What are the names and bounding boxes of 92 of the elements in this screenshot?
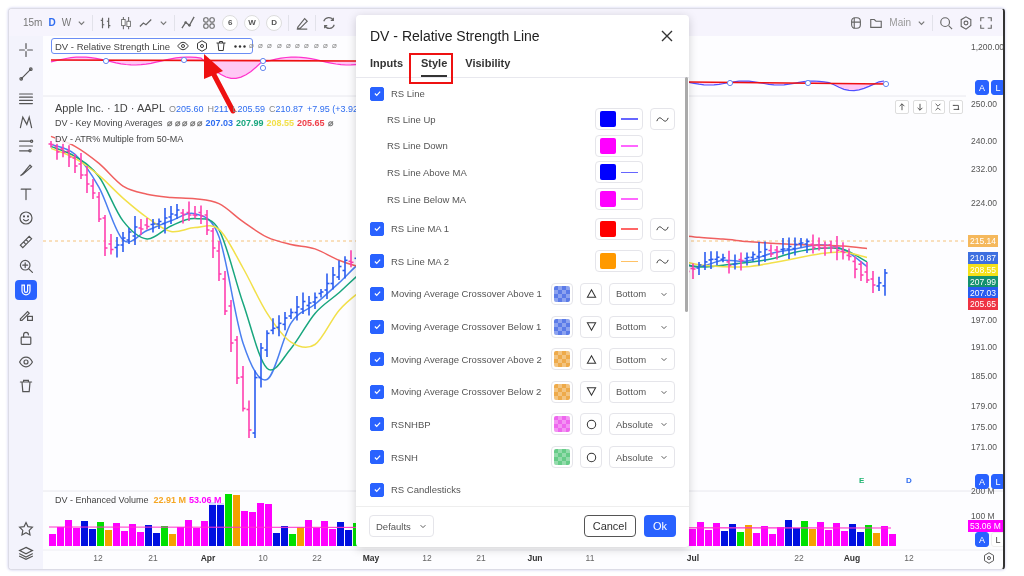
date-axis-label: Aug	[842, 553, 862, 563]
ohlc-value: L205.59	[232, 104, 265, 114]
option-label: RS Line MA 2	[391, 255, 451, 267]
indicator-title: DV - Key Moving Averages	[55, 118, 163, 128]
interval-button[interactable]: D	[266, 14, 283, 31]
ok-button[interactable]: Ok	[643, 515, 676, 537]
date-axis-label: Jul	[685, 553, 701, 563]
location-dropdown[interactable]: Absolute	[609, 413, 675, 436]
date-axis-label: May	[361, 553, 381, 563]
option-label: RS Line	[391, 88, 426, 100]
date-axis-label: 12	[92, 553, 104, 563]
ohlc-value: O205.60	[169, 104, 204, 114]
option-label: RSNHBP	[391, 418, 432, 430]
location-dropdown[interactable]: Bottom	[609, 315, 675, 338]
indicator-value: ⌀	[327, 118, 333, 128]
option-label: RS Line Below MA	[387, 193, 468, 205]
price-axis-label: 185.00	[971, 371, 997, 381]
event-marker: E	[859, 476, 865, 485]
location-dropdown[interactable]: Absolute	[609, 446, 675, 469]
indicator-values: ⌀ ⌀ ⌀ ⌀ ⌀ ⌀ ⌀ ⌀ ⌀ ⌀	[249, 41, 338, 50]
indicator-value: 207.99	[235, 118, 264, 128]
dialog-tab[interactable]: Style	[421, 57, 448, 77]
option-label: Moving Average Crossover Above 1	[391, 288, 543, 300]
interval-button[interactable]: D	[48, 17, 56, 28]
price-badge: 210.87	[968, 252, 998, 264]
location-dropdown[interactable]: Bottom	[609, 348, 675, 371]
ohlc-value: H211	[207, 104, 229, 114]
price-badge: 207.99	[968, 276, 998, 288]
date-axis-label: Jun	[526, 553, 544, 563]
option-label: Moving Average Crossover Below 2	[391, 386, 543, 398]
indicator-value: 205.65	[297, 118, 325, 128]
price-badge: 53.06 M	[968, 520, 1003, 532]
scale-button[interactable]: L	[991, 532, 1003, 547]
ohlc-value: C210.87	[269, 104, 304, 114]
option-label: Moving Average Crossover Below 1	[391, 321, 543, 333]
date-axis-label: 12	[903, 553, 915, 563]
indicator-value: 53.06 M	[189, 495, 222, 505]
location-dropdown[interactable]: Bottom	[609, 380, 675, 403]
symbol-title: Apple Inc. · 1D · AAPL	[55, 102, 166, 114]
price-axis-label: 232.00	[971, 164, 997, 174]
indicator-title: DV - ATR% Multiple from 50-MA	[55, 134, 184, 144]
location-dropdown[interactable]: Bottom	[609, 283, 675, 305]
date-axis-label: Apr	[199, 553, 217, 563]
price-axis-label: 171.00	[971, 442, 997, 452]
option-label: Moving Average Crossover Above 2	[391, 353, 543, 365]
option-label: RS Line MA 1	[391, 223, 451, 235]
indicator-value: ⌀ ⌀ ⌀ ⌀ ⌀	[167, 118, 203, 128]
option-label: RS Candlesticks	[391, 484, 462, 496]
dialog-tab[interactable]: Inputs	[370, 57, 403, 77]
price-badge: 205.65	[968, 298, 998, 310]
price-axis-label: 250.00	[971, 99, 997, 109]
price-axis-label: 1,200.00	[971, 42, 1003, 52]
option-label: RS Line Down	[387, 140, 449, 152]
price-axis-label: 240.00	[971, 136, 997, 146]
interval-button[interactable]: 15m	[23, 17, 43, 28]
price-axis-label: 175.00	[971, 422, 997, 432]
date-axis-label: 22	[311, 553, 323, 563]
indicator-value: 22.91 M	[153, 495, 187, 505]
scale-button[interactable]: L	[991, 474, 1003, 489]
interval-button[interactable]: 6	[222, 14, 239, 31]
price-axis-label: 100 M	[971, 511, 995, 521]
date-axis-label: 11	[584, 553, 596, 563]
date-axis-label: 21	[475, 553, 487, 563]
indicator-value: 208.55	[266, 118, 294, 128]
price-axis-label: 197.00	[971, 315, 997, 325]
indicator-title: DV - Relative Strength Line	[55, 40, 171, 52]
defaults-dropdown[interactable]: Defaults	[369, 515, 434, 537]
date-axis-label: 21	[147, 553, 159, 563]
price-axis-label: 179.00	[971, 401, 997, 411]
interval-button[interactable]: W	[244, 14, 261, 31]
price-axis-label: 191.00	[971, 342, 997, 352]
date-axis-label: 12	[421, 553, 433, 563]
dialog-tab[interactable]: Visibility	[465, 57, 511, 77]
interval-button[interactable]: W	[61, 17, 72, 28]
cancel-button[interactable]: Cancel	[583, 515, 636, 537]
indicator-title: DV - Enhanced Volume	[55, 495, 149, 505]
scale-button[interactable]: A	[975, 474, 989, 489]
scale-button[interactable]: A	[975, 532, 989, 547]
option-label: RSNH	[391, 451, 419, 463]
option-label: RS Line Up	[387, 113, 437, 125]
option-label: RS Line Above MA	[387, 166, 468, 178]
price-axis-label: 224.00	[971, 198, 997, 208]
event-marker: D	[906, 476, 912, 485]
indicator-value: 207.03	[205, 118, 233, 128]
dialog-title: DV - Relative Strength Line	[370, 28, 540, 44]
price-badge: 207.03	[968, 287, 998, 299]
date-axis-label: 10	[257, 553, 269, 563]
scale-button[interactable]: A	[975, 80, 989, 95]
price-badge: 215.14	[968, 235, 998, 247]
scale-button[interactable]: L	[991, 80, 1003, 95]
date-axis-label: 22	[793, 553, 805, 563]
price-badge: 208.55	[968, 264, 998, 276]
